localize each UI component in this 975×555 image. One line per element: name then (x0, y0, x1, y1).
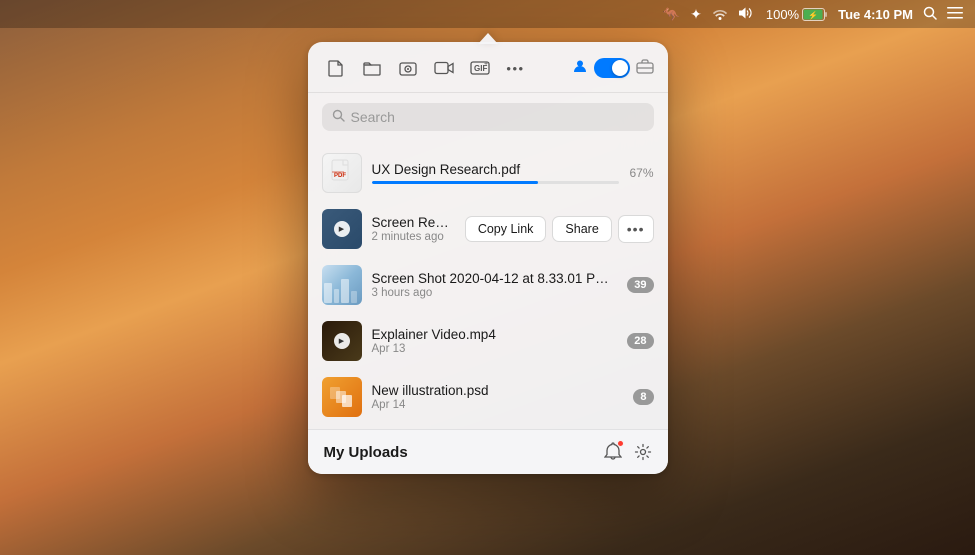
settings-button[interactable] (634, 443, 652, 461)
file-name: Screen Record... (372, 215, 455, 230)
battery-indicator: 100% ⚡ (766, 7, 828, 22)
wifi-icon (712, 6, 728, 23)
search-icon (332, 109, 345, 125)
upload-toggle[interactable] (594, 58, 630, 78)
menubar: 🦘 ✦ 100% (0, 0, 975, 28)
file-info: Screen Record... 2 minutes ago (372, 215, 455, 243)
briefcase-icon (636, 58, 654, 79)
file-info: New illustration.psd Apr 14 (372, 383, 624, 411)
file-meta: Apr 13 (372, 343, 618, 355)
footer: My Uploads (308, 429, 668, 474)
popup-panel: GIF + ••• (308, 42, 668, 474)
popup-caret (478, 33, 498, 44)
svg-text:+: + (484, 61, 488, 68)
notifications-button[interactable] (604, 442, 622, 462)
notification-dot (617, 440, 624, 447)
file-meta: 3 hours ago (372, 287, 618, 299)
action-buttons: Copy Link Share ••• (465, 215, 654, 243)
share-button[interactable]: Share (552, 216, 611, 242)
profile-icon (572, 58, 588, 79)
file-thumbnail-pdf: PDF (322, 153, 362, 193)
screen-record-button[interactable] (430, 54, 458, 82)
search-input[interactable] (351, 109, 644, 125)
toolbar: GIF + ••• (308, 42, 668, 93)
more-actions-button[interactable]: ••• (618, 215, 654, 243)
battery-percent: 100% (766, 7, 799, 22)
svg-text:PDF: PDF (334, 173, 346, 179)
copy-link-button[interactable]: Copy Link (465, 216, 547, 242)
menubar-menu-icon[interactable] (947, 6, 963, 22)
menubar-search-icon[interactable] (923, 6, 937, 23)
view-count-badge: 39 (627, 277, 653, 293)
screenshot-button[interactable] (394, 54, 422, 82)
file-percent: 67% (629, 166, 653, 180)
file-name: Screen Shot 2020-04-12 at 8.33.01 PM... (372, 271, 618, 286)
file-thumbnail-screenrecord: ▶ (322, 209, 362, 249)
view-count-badge: 8 (633, 389, 653, 405)
file-info: Screen Shot 2020-04-12 at 8.33.01 PM... … (372, 271, 618, 299)
menubar-time: Tue 4:10 PM (838, 7, 913, 22)
file-thumbnail-video: ▶ (322, 321, 362, 361)
footer-icons (604, 442, 652, 462)
more-tools-button[interactable]: ••• (502, 54, 530, 82)
file-meta: Apr 14 (372, 399, 624, 411)
gif-button[interactable]: GIF + (466, 54, 494, 82)
new-file-button[interactable] (322, 54, 350, 82)
kangaroo-icon: 🦘 (663, 6, 680, 23)
volume-icon (738, 6, 756, 23)
list-item[interactable]: ▶ Screen Record... 2 minutes ago Copy Li… (308, 201, 668, 257)
new-folder-button[interactable] (358, 54, 386, 82)
file-list: PDF UX Design Research.pdf 67% ▶ (308, 141, 668, 429)
file-name: New illustration.psd (372, 383, 624, 398)
file-name: UX Design Research.pdf (372, 162, 620, 177)
list-item[interactable]: PDF UX Design Research.pdf 67% (308, 145, 668, 201)
file-thumbnail-screenshot (322, 265, 362, 305)
list-item[interactable]: New illustration.psd Apr 14 8 (308, 369, 668, 425)
play-icon: ▶ (334, 333, 350, 349)
svg-text:⚡: ⚡ (808, 10, 818, 20)
footer-title: My Uploads (324, 444, 604, 461)
bluetooth-icon: ✦ (690, 6, 702, 23)
file-name: Explainer Video.mp4 (372, 327, 618, 342)
desktop: 🦘 ✦ 100% (0, 0, 975, 555)
file-info: UX Design Research.pdf (372, 162, 620, 184)
file-meta: 2 minutes ago (372, 231, 455, 243)
view-count-badge: 28 (627, 333, 653, 349)
file-thumbnail-psd (322, 377, 362, 417)
upload-progress-bar (372, 181, 620, 184)
play-icon: ▶ (334, 221, 350, 237)
search-bar[interactable] (322, 103, 654, 131)
list-item[interactable]: Screen Shot 2020-04-12 at 8.33.01 PM... … (308, 257, 668, 313)
file-info: Explainer Video.mp4 Apr 13 (372, 327, 618, 355)
list-item[interactable]: ▶ Explainer Video.mp4 Apr 13 28 (308, 313, 668, 369)
